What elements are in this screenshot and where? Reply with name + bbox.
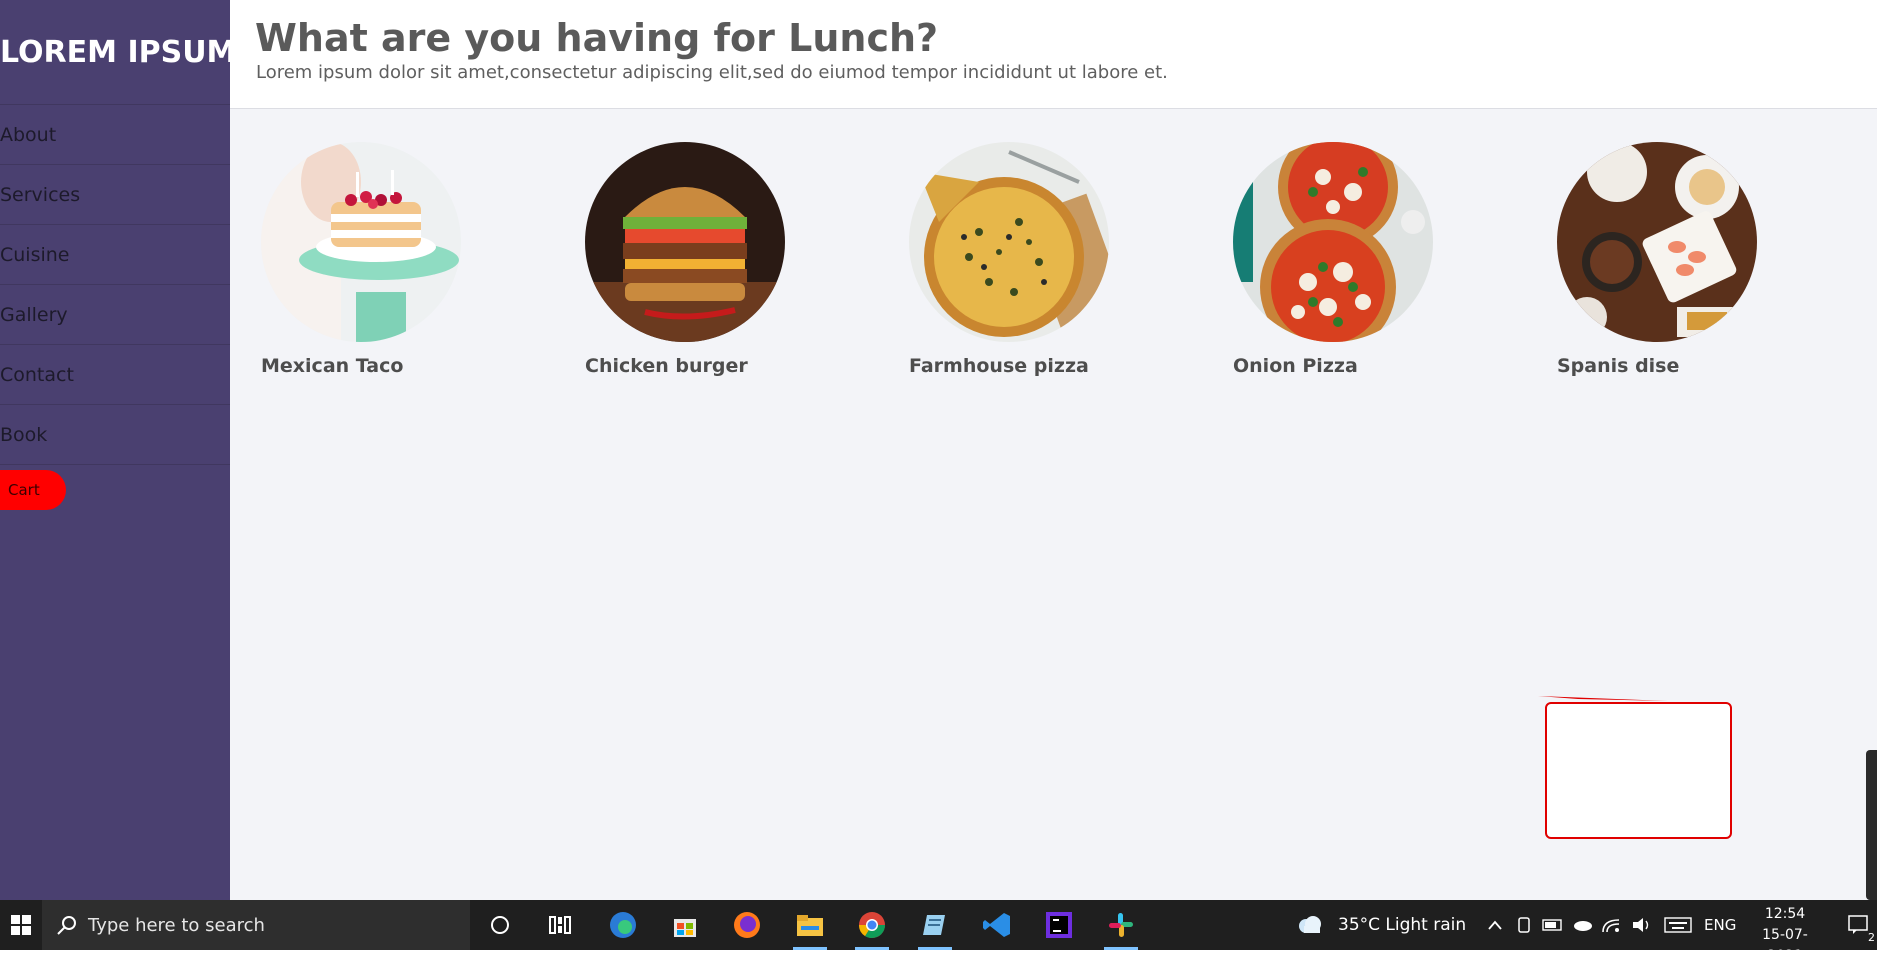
weather-icon[interactable] [1290,900,1330,950]
file-explorer-icon[interactable] [785,900,835,950]
firefox-icon[interactable] [722,900,772,950]
food-name: Chicken burger [585,355,748,377]
cortana-icon[interactable] [475,900,525,950]
food-name: Mexican Taco [261,355,404,377]
windows-start-icon[interactable] [0,900,42,950]
chevron-up-icon[interactable] [1480,900,1510,950]
onion-pizza-image[interactable] [1233,142,1433,342]
farmhouse-pizza-image[interactable] [909,142,1109,342]
notifications-icon[interactable]: 2 [1840,900,1877,950]
food-card[interactable]: Farmhouse pizza [909,142,1169,377]
food-name: Onion Pizza [1233,355,1358,377]
spanish-dish-image[interactable] [1557,142,1757,342]
edge-browser-icon[interactable] [598,900,648,950]
language-indicator[interactable]: ENG [1704,900,1736,950]
page-title: What are you having for Lunch? [255,16,939,60]
edge-panel[interactable] [1866,750,1877,900]
system-clock[interactable]: 12:54 15-07-2021 [1745,904,1825,967]
clock-date: 15-07-2021 [1762,927,1808,964]
volume-icon[interactable] [1627,900,1657,950]
keyboard-icon[interactable] [1660,900,1696,950]
notepad-icon[interactable] [910,900,960,950]
search-icon [57,916,76,935]
battery-icon[interactable] [1538,900,1568,950]
food-name: Spanis dise [1557,355,1680,377]
burger-image[interactable] [585,142,785,342]
food-card[interactable]: Onion Pizza [1233,142,1493,377]
nav-item-about[interactable]: About [0,105,230,165]
page-subtitle: Lorem ipsum dolor sit amet,consectetur a… [256,62,1168,83]
food-name: Farmhouse pizza [909,355,1089,377]
vscode-icon[interactable] [972,900,1022,950]
taskbar-search-box[interactable]: Type here to search [42,900,470,950]
brand-logo[interactable]: LOREM IPSUM [0,0,230,105]
cart-popup[interactable] [1545,702,1732,839]
food-card[interactable]: Mexican Taco [261,142,521,377]
meet-now-icon[interactable] [1510,900,1540,950]
chrome-icon[interactable] [847,900,897,950]
store-icon[interactable] [660,900,710,950]
taskbar: Type here to search 35°C Light rain ENG … [0,900,1877,964]
notification-count: 2 [1868,931,1875,944]
sidebar: LOREM IPSUM About Services Cuisine Galle… [0,0,230,900]
app-window: LOREM IPSUM About Services Cuisine Galle… [0,0,1877,900]
slack-icon[interactable] [1096,900,1146,950]
nav-item-cuisine[interactable]: Cuisine [0,225,230,285]
nav-item-contact[interactable]: Contact [0,345,230,405]
search-placeholder: Type here to search [88,914,265,936]
nav-item-services[interactable]: Services [0,165,230,225]
cake-image[interactable] [261,142,461,342]
page-header: What are you having for Lunch? Lorem ips… [230,0,1877,109]
nav-item-gallery[interactable]: Gallery [0,285,230,345]
food-card[interactable]: Spanis dise [1557,142,1817,377]
task-view-icon[interactable] [535,900,585,950]
cart-button[interactable]: Cart [0,470,66,510]
nav-item-book[interactable]: Book [0,405,230,465]
intellij-icon[interactable] [1034,900,1084,950]
onedrive-icon[interactable] [1567,900,1597,950]
wifi-icon[interactable] [1597,900,1627,950]
weather-text[interactable]: 35°C Light rain [1338,900,1466,950]
food-card[interactable]: Chicken burger [585,142,845,377]
clock-time: 12:54 [1764,906,1806,922]
